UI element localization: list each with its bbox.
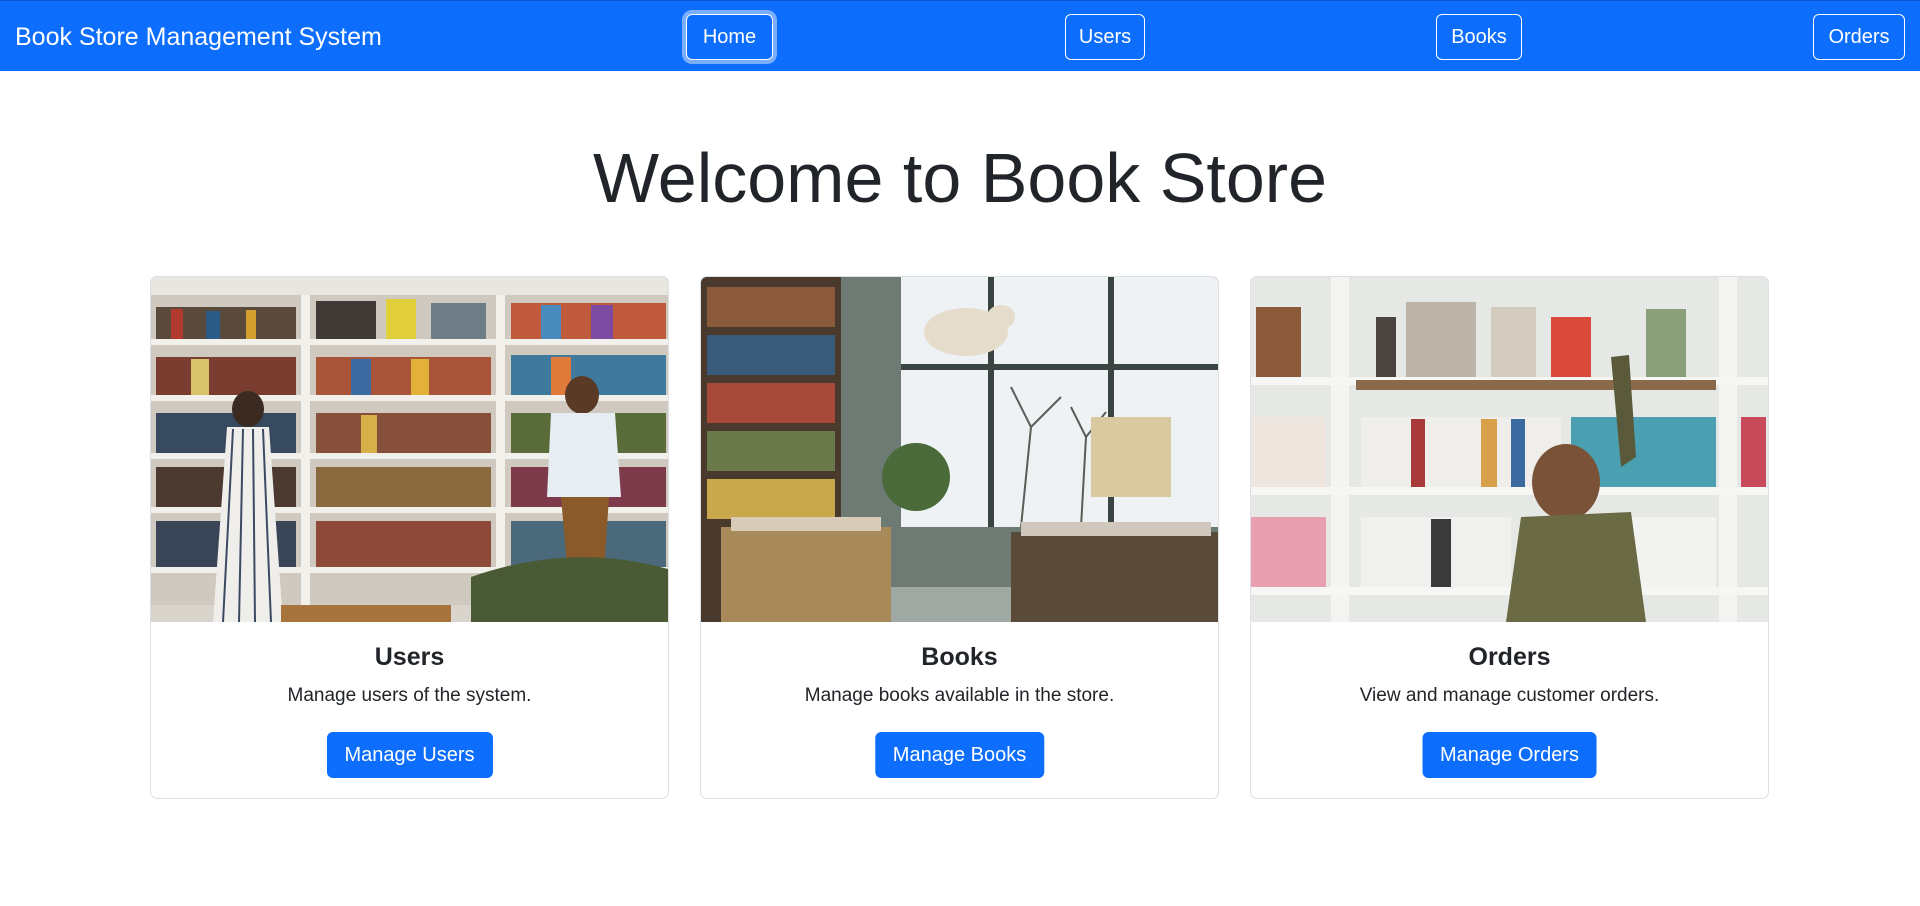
bookstore-interior-photo [701,277,1218,622]
card-text: View and manage customer orders. [1359,685,1660,706]
manage-books-button[interactable]: Manage Books [874,732,1045,778]
page-title: Welcome to Book Store [592,139,1328,217]
users-card: Users Manage users of the system. Manage… [150,276,669,799]
orders-card: Orders View and manage customer orders. … [1250,276,1769,799]
nav-users-button[interactable]: Users [1065,14,1145,60]
bookshelf-people-photo [151,277,668,622]
card-text: Manage books available in the store. [804,685,1115,706]
nav-orders-button[interactable]: Orders [1813,14,1905,60]
nav-home-button[interactable]: Home [686,14,773,60]
card-text: Manage users of the system. [287,685,532,706]
manage-orders-button[interactable]: Manage Orders [1422,732,1597,778]
woman-reaching-shelf-photo [1251,277,1768,622]
card-title: Orders [1468,643,1551,671]
card-title: Books [921,643,998,671]
card-title: Users [374,643,445,671]
nav-books-button[interactable]: Books [1436,14,1522,60]
brand-title[interactable]: Book Store Management System [15,21,382,53]
navbar: Book Store Management System Home Users … [0,0,1920,71]
manage-users-button[interactable]: Manage Users [326,732,493,778]
books-card: Books Manage books available in the stor… [700,276,1219,799]
